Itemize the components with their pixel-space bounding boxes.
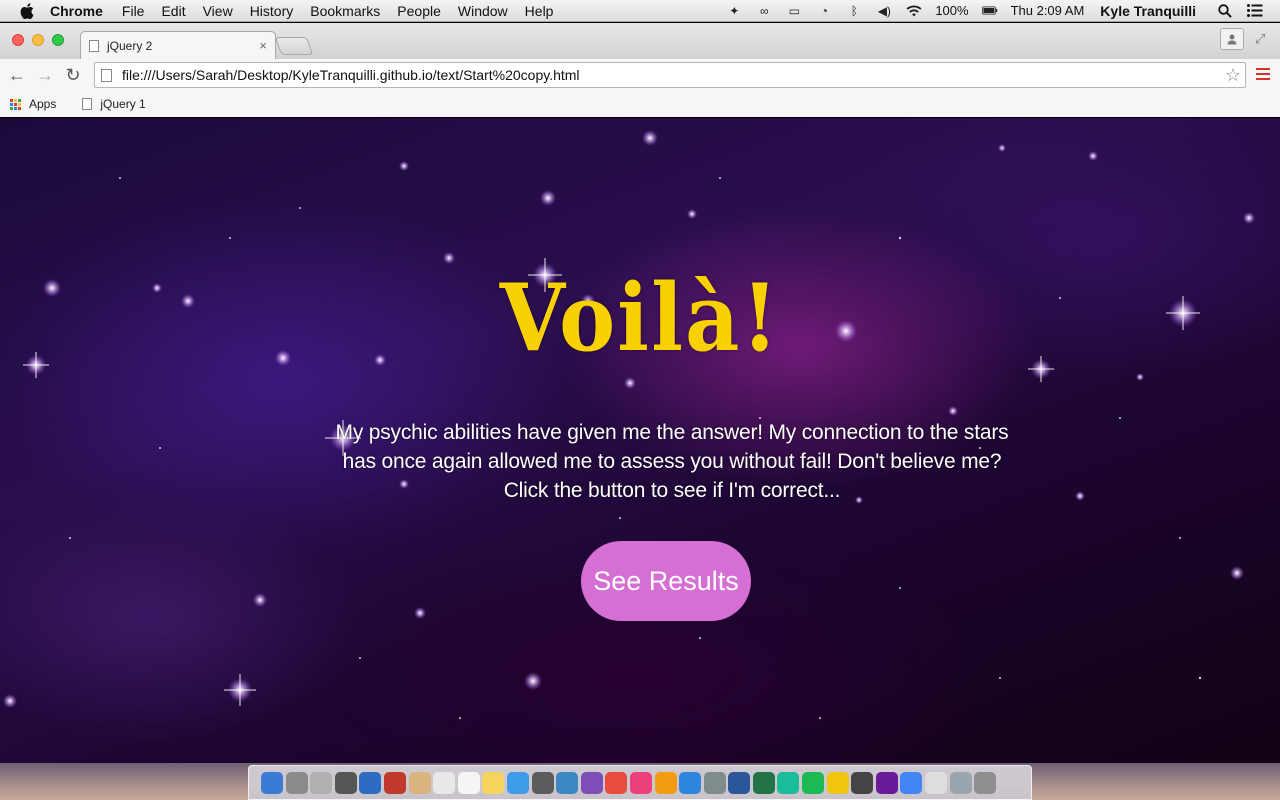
battery-icon[interactable] [981,4,998,18]
dock-app-icon[interactable] [457,771,480,794]
tab-title: jQuery 2 [107,38,153,53]
forward-arrow-icon[interactable]: → [34,65,56,85]
browser-window: jQuery 2 × ⤢ ← → ↻ file:///Users/Sarah/D… [0,23,1280,117]
dock-app-icon[interactable] [826,771,849,794]
profile-avatar-button[interactable] [1220,28,1244,50]
dock-app-icon[interactable] [900,771,923,794]
dock-app-icon[interactable] [433,771,456,794]
dock-app-icon[interactable] [359,771,382,794]
document-icon [82,98,93,110]
bookmark-apps-label: Apps [29,97,57,111]
volume-icon[interactable]: ◀) [876,4,892,18]
zoom-window-button[interactable] [52,34,64,46]
apps-grid-icon [10,98,21,110]
user-name[interactable]: Kyle Tranquilli [1100,3,1196,19]
dock-app-icon[interactable] [925,771,948,794]
notification-center-icon[interactable] [1247,4,1263,18]
dock-app-icon[interactable] [408,771,431,794]
back-arrow-icon[interactable]: ← [6,65,28,85]
bookmark-jquery-1-label: jQuery 1 [100,97,146,111]
page-content: Voilà! My psychic abilities have given m… [0,118,1280,763]
tab-close-icon[interactable]: × [259,38,267,53]
menu-bookmarks[interactable]: Bookmarks [310,3,380,19]
menu-window[interactable]: Window [458,3,508,19]
airplay-icon[interactable]: ▭ [786,4,802,18]
menu-people[interactable]: People [397,3,441,19]
bookmark-apps[interactable]: Apps [10,97,56,111]
dock-app-icon[interactable] [703,771,726,794]
dock-app-icon[interactable] [580,771,603,794]
bookmark-jquery-1[interactable]: jQuery 1 [82,97,146,111]
dock-app-icon[interactable] [875,771,898,794]
tab-strip: jQuery 2 × ⤢ [0,23,1280,59]
fullscreen-icon[interactable]: ⤢ [1255,31,1265,47]
apple-menu-icon[interactable] [18,2,36,19]
time-machine-icon[interactable]: ◔ [816,4,832,18]
bookmark-star-icon[interactable]: ☆ [1225,65,1241,86]
creative-cloud-icon[interactable]: ∞ [756,4,772,18]
spotlight-search-icon[interactable] [1217,3,1233,18]
page-favicon-icon [89,39,99,52]
wifi-icon[interactable] [906,4,922,18]
dock-app-icon[interactable] [802,771,825,794]
battery-percent: 100% [935,3,969,18]
dock-app-icon[interactable] [679,771,702,794]
menu-edit[interactable]: Edit [161,3,185,19]
dock-app-icon[interactable] [556,771,579,794]
url-text[interactable]: file:///Users/Sarah/Desktop/KyleTranquil… [122,67,580,83]
dock-app-icon[interactable] [654,771,677,794]
bookmarks-bar: Apps jQuery 1 [0,91,1280,117]
chrome-menu-icon[interactable] [1256,68,1270,83]
dock-app-icon[interactable] [777,771,800,794]
dock-app-icon[interactable] [383,771,406,794]
menu-history[interactable]: History [250,3,294,19]
dock-app-icon[interactable] [482,771,505,794]
window-controls [12,34,72,46]
dock-app-icon[interactable] [506,771,529,794]
result-message: My psychic abilities have given me the a… [335,421,1009,502]
close-window-button[interactable] [12,34,24,46]
menu-app-chrome[interactable]: Chrome [50,3,103,19]
dock-app-icon[interactable] [261,771,283,794]
dock-app-icon[interactable] [851,771,874,794]
see-results-button[interactable]: See Results [581,541,751,621]
dock-app-icon[interactable] [728,771,751,794]
dock-app-icon[interactable] [285,771,308,794]
dock-app-icon[interactable] [752,771,775,794]
menu-bar: Chrome File Edit View History Bookmarks … [0,0,1280,22]
dock-app-icon[interactable] [605,771,628,794]
browser-toolbar: ← → ↻ file:///Users/Sarah/Desktop/KyleTr… [0,59,1280,91]
dock-app-icon[interactable] [334,771,357,794]
reload-icon[interactable]: ↻ [62,65,84,85]
address-bar[interactable]: file:///Users/Sarah/Desktop/KyleTranquil… [94,62,1246,88]
headline: Voilà! [499,263,781,372]
dock-app-icon[interactable] [310,771,333,794]
clock[interactable]: Thu 2:09 AM [1011,3,1085,18]
dropbox-icon[interactable]: ✦ [726,4,742,18]
page-icon [101,68,112,82]
dock-app-icon[interactable] [949,771,972,794]
dock-app-icon[interactable] [531,771,554,794]
menu-view[interactable]: View [203,3,233,19]
dock-app-icon[interactable] [629,771,652,794]
menu-file[interactable]: File [122,3,145,19]
dock [248,765,1032,800]
tab-jquery-2[interactable]: jQuery 2 × [80,31,276,59]
bluetooth-icon[interactable]: ᛒ [846,4,862,18]
menu-help[interactable]: Help [525,3,554,19]
new-tab-button[interactable] [274,37,314,55]
dock-app-icon[interactable] [974,771,997,794]
minimize-window-button[interactable] [32,34,44,46]
